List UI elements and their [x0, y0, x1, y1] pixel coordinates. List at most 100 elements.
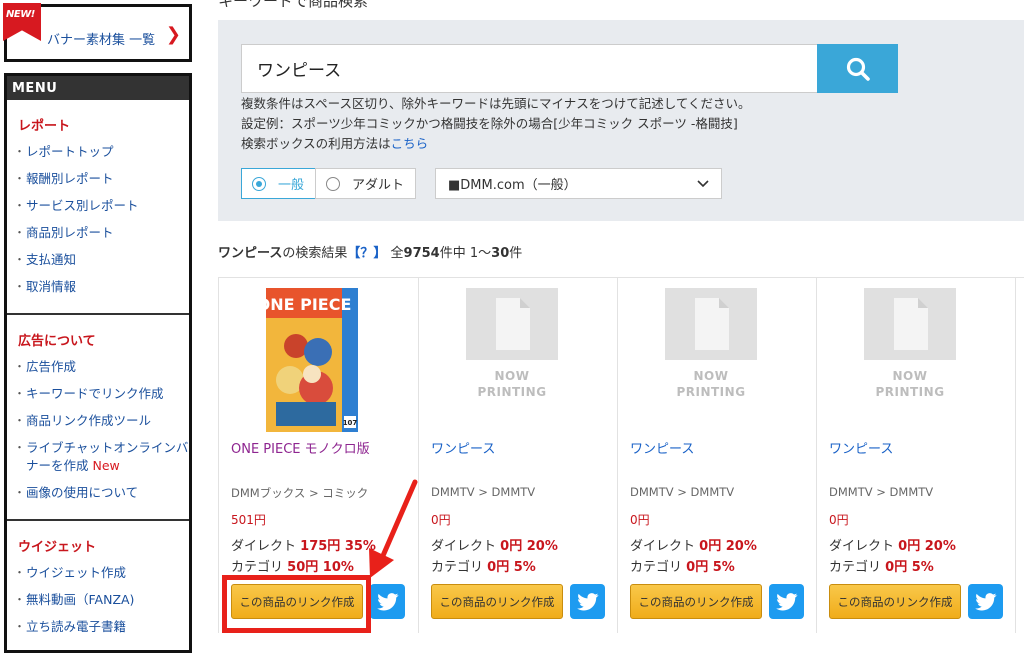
direct-rate-label: ダイレクト — [431, 539, 497, 554]
product-image[interactable]: NOW PRINTING — [665, 288, 757, 432]
product-image[interactable]: ONE PIECE 107 — [257, 288, 358, 432]
now-printing-placeholder: NOW PRINTING — [665, 288, 757, 432]
search-button[interactable] — [817, 44, 898, 93]
now-printing-line2: PRINTING — [477, 385, 547, 399]
chevron-right-icon: ❯ — [165, 24, 181, 45]
page-title: キーワードで商品検索 — [218, 0, 369, 10]
product-category: DMMTV > DMMTV — [630, 485, 735, 499]
banner-list-box[interactable]: NEW! バナー素材集 一覧 ❯ — [3, 3, 192, 62]
menu-item-ebook-preview[interactable]: 立ち読み電子書籍 — [14, 618, 189, 636]
category-rate: カテゴリ 0円 5% — [431, 556, 536, 575]
banner-list-link[interactable]: バナー素材集 一覧 — [47, 29, 155, 48]
comic-cover-image: ONE PIECE 107 — [257, 288, 358, 432]
category-rate-label: カテゴリ — [829, 560, 882, 575]
menu-item-livechat-banner[interactable]: ライブチャットオンラインバナーを作成 New — [14, 439, 189, 475]
radio-dot-icon — [326, 176, 341, 191]
category-rate-label: カテゴリ — [630, 560, 683, 575]
menu-item-ad-create[interactable]: 広告作成 — [14, 358, 189, 376]
results-help-link[interactable]: 【？】 — [347, 246, 386, 261]
product-price: 501円 — [231, 513, 266, 527]
product-price: 0円 — [829, 513, 849, 527]
sidebar-menu: MENU レポート レポートトップ 報酬別レポート サービス別レポート 商品別レ… — [4, 73, 192, 653]
now-printing-placeholder: NOW PRINTING — [864, 288, 956, 432]
search-help-line: 検索ボックスの利用方法は — [241, 136, 391, 151]
category-rate-label: カテゴリ — [231, 560, 284, 575]
now-printing-placeholder: NOW PRINTING — [466, 288, 558, 432]
menu-item-cancel-info[interactable]: 取消情報 — [14, 278, 189, 296]
direct-rate-value: 0円 20% — [898, 539, 956, 554]
menu-item-keyword-link[interactable]: キーワードでリンク作成 — [14, 385, 189, 403]
twitter-share-button[interactable] — [769, 584, 804, 619]
menu-item-report-top[interactable]: レポートトップ — [14, 143, 189, 161]
search-help: 複数条件はスペース区切り、除外キーワードは先頭にマイナスをつけて記述してください… — [241, 94, 751, 154]
twitter-share-button[interactable] — [370, 584, 405, 619]
menu-item-payment-notice[interactable]: 支払通知 — [14, 251, 189, 269]
twitter-share-button[interactable] — [968, 584, 1003, 619]
search-help-link[interactable]: こちら — [391, 136, 429, 151]
radio-dot-icon — [252, 176, 266, 191]
product-title[interactable]: ワンピース — [829, 438, 893, 457]
create-link-button[interactable]: この商品のリンク作成 — [431, 584, 563, 619]
search-help-line: 複数条件はスペース区切り、除外キーワードは先頭にマイナスをつけて記述してください… — [241, 96, 751, 111]
menu-item-product-link-tool[interactable]: 商品リンク作成ツール — [14, 412, 189, 430]
search-help-line: 設定例：スポーツ少年コミックかつ格闘技を除外の場合[少年コミック スポーツ -格… — [241, 116, 738, 131]
product-card-partial — [1015, 278, 1024, 633]
menu-item-product-report[interactable]: 商品別レポート — [14, 224, 189, 242]
category-rate-value: 0円 5% — [885, 560, 934, 575]
product-image[interactable]: NOW PRINTING — [864, 288, 956, 432]
direct-rate: ダイレクト 0円 20% — [630, 535, 757, 554]
category-rate-label: カテゴリ — [431, 560, 484, 575]
product-title[interactable]: ワンピース — [431, 438, 495, 457]
results-range-end: 30 — [491, 246, 510, 261]
search-input[interactable]: ワンピース — [241, 44, 818, 93]
product-category: DMMTV > DMMTV — [431, 485, 536, 499]
product-title[interactable]: ONE PIECE モノクロ版 — [231, 438, 370, 457]
product-card: NOW PRINTING ワンピース DMMTV > DMMTV 0円 ダイレクト… — [418, 278, 618, 633]
product-image[interactable]: NOW PRINTING — [466, 288, 558, 432]
results-summary: ワンピースの検索結果【？】 全9754件中 1〜30件 — [218, 242, 522, 261]
results-keyword: ワンピース — [218, 246, 283, 261]
menu-section-title: 広告について — [18, 334, 96, 349]
search-panel: ワンピース 複数条件はスペース区切り、除外キーワードは先頭にマイナスをつけて記述… — [218, 20, 1024, 221]
results-range-suffix: 件 — [509, 246, 523, 261]
menu-item-image-usage[interactable]: 画像の使用について — [14, 484, 189, 502]
menu-item-service-report[interactable]: サービス別レポート — [14, 197, 189, 215]
radio-general[interactable]: 一般 — [241, 168, 317, 199]
now-printing-line2: PRINTING — [676, 385, 746, 399]
category-rate: カテゴリ 50円 10% — [231, 556, 354, 575]
new-badge-label: NEW! — [6, 9, 35, 20]
menu-item-free-video[interactable]: 無料動画（FANZA) — [14, 591, 189, 609]
twitter-icon — [775, 592, 797, 610]
site-select[interactable]: ■DMM.com（一般） — [435, 168, 722, 199]
direct-rate: ダイレクト 0円 20% — [431, 535, 558, 554]
create-link-button[interactable]: この商品のリンク作成 — [829, 584, 961, 619]
category-rate-value: 0円 5% — [487, 560, 536, 575]
menu-item-reward-report[interactable]: 報酬別レポート — [14, 170, 189, 188]
product-price: 0円 — [431, 513, 451, 527]
category-rate: カテゴリ 0円 5% — [630, 556, 735, 575]
category-rate-value: 50円 10% — [287, 560, 354, 575]
twitter-icon — [576, 592, 598, 610]
product-category: DMMブックス > コミック — [231, 486, 369, 500]
twitter-share-button[interactable] — [570, 584, 605, 619]
results-total-prefix: 全 — [390, 246, 404, 261]
direct-rate-label: ダイレクト — [231, 539, 297, 554]
radio-general-label: 一般 — [278, 178, 305, 193]
results-label: の検索結果 — [282, 246, 348, 261]
menu-header: MENU — [7, 76, 189, 100]
now-printing-line1: NOW — [693, 369, 729, 383]
document-placeholder-icon — [466, 288, 558, 360]
menu-section-title: ウイジェット — [18, 540, 97, 555]
site-select-value: ■DMM.com（一般） — [448, 178, 577, 193]
category-radio-group: 一般 アダルト — [241, 168, 417, 199]
create-link-button[interactable]: この商品のリンク作成 — [630, 584, 762, 619]
svg-text:ONE PIECE: ONE PIECE — [266, 295, 351, 314]
category-rate: カテゴリ 0円 5% — [829, 556, 934, 575]
results-range-start: 1〜 — [469, 246, 492, 261]
product-title[interactable]: ワンピース — [630, 438, 694, 457]
menu-item-widget-create[interactable]: ウイジェット作成 — [14, 564, 189, 582]
document-placeholder-icon — [864, 288, 956, 360]
new-ribbon-icon: NEW! — [3, 3, 43, 43]
direct-rate: ダイレクト 0円 20% — [829, 535, 956, 554]
radio-adult[interactable]: アダルト — [315, 168, 417, 199]
